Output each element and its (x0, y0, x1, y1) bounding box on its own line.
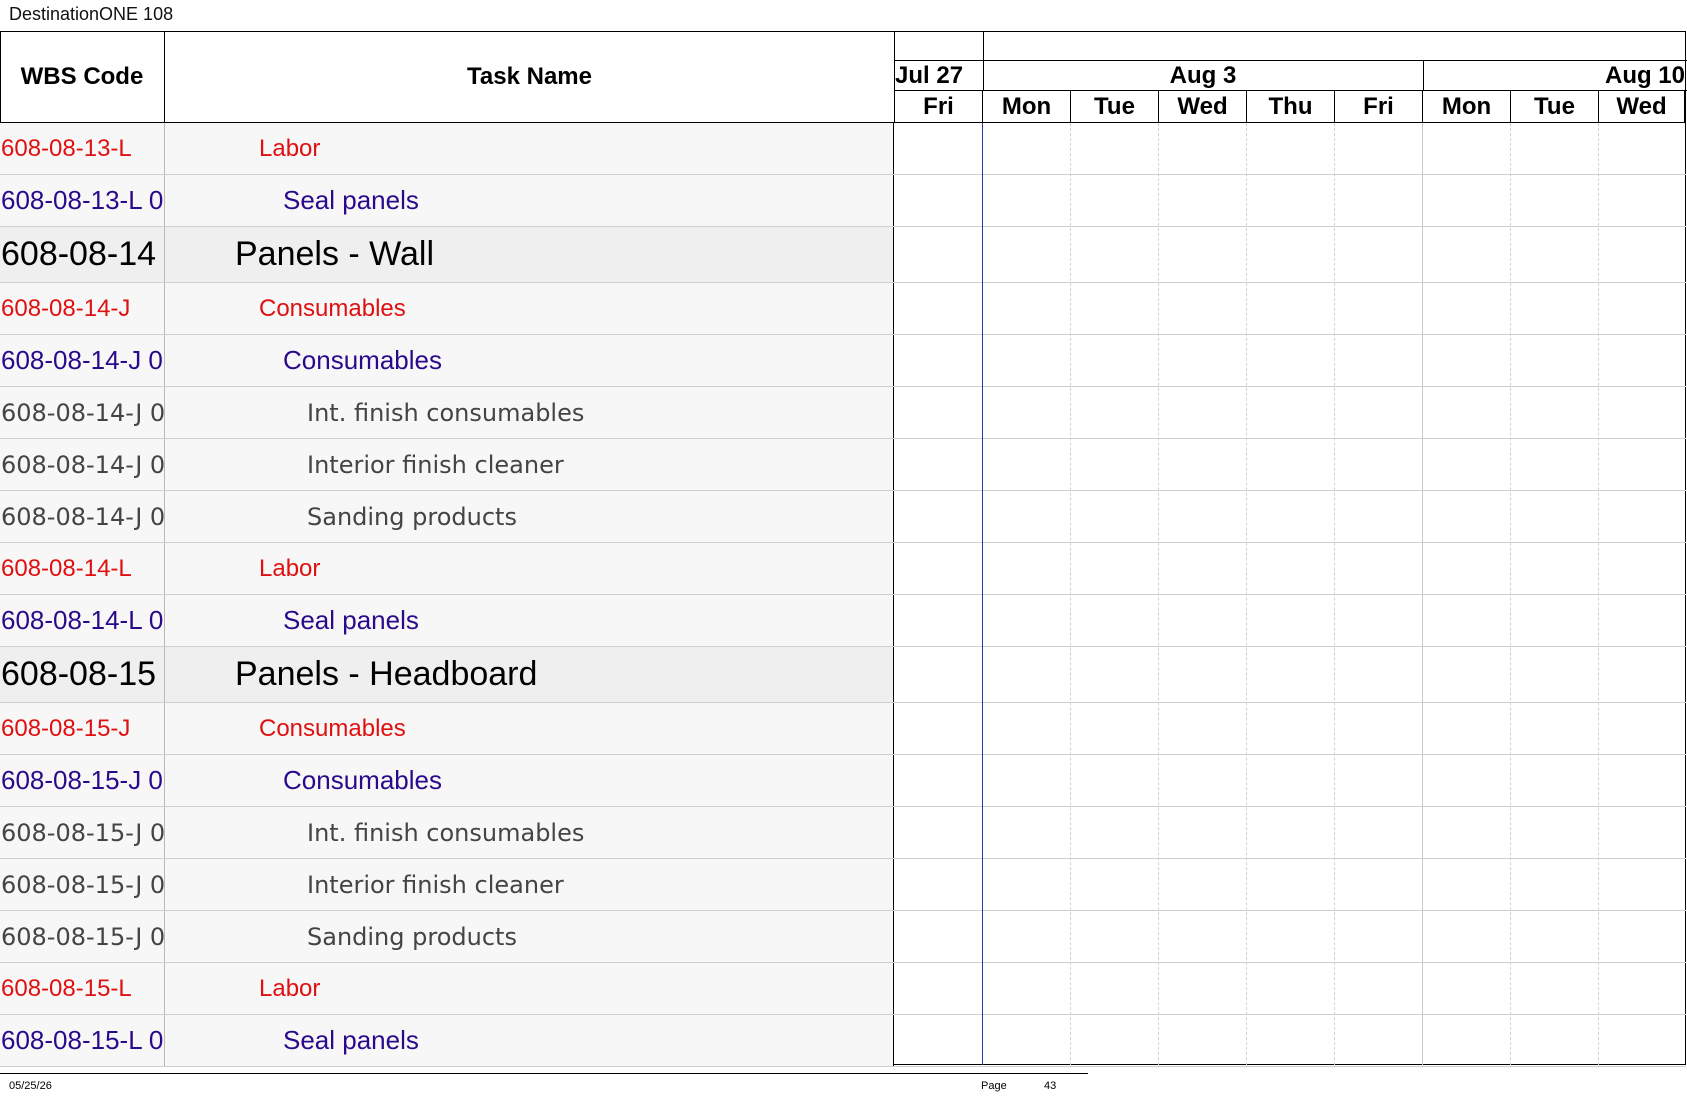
wbs-code-cell[interactable]: 608-08-14 (0, 227, 165, 282)
table-row[interactable]: 608-08-14-J Consumables (0, 283, 1686, 335)
wbs-code-cell[interactable]: 608-08-15-J 0 (0, 755, 165, 806)
day-label-thu: Thu (1247, 91, 1335, 122)
footer-page-label: Page (981, 1080, 1007, 1092)
day-label-wed: Wed (1159, 91, 1247, 122)
day-label-fri: Fri (895, 91, 983, 122)
table-row[interactable]: 608-08-15-J 01 Interior finish cleaner (0, 859, 1686, 911)
footer-page-number: 43 (1044, 1080, 1057, 1092)
wbs-code-cell[interactable]: 608-08-14-J 01 (0, 439, 165, 490)
table-row[interactable]: 608-08-15-J 0 Consumables (0, 755, 1686, 807)
task-name-cell[interactable]: Consumables (165, 755, 894, 806)
task-name-cell[interactable]: Seal panels (165, 175, 894, 226)
task-name-cell[interactable]: Int. finish consumables (165, 387, 894, 438)
table-row[interactable]: 608-08-14 Panels - Wall (0, 227, 1686, 283)
timeline-header: Jul 27 Aug 3 Aug 10 Fri Mon Tue Wed Thu … (894, 31, 1687, 123)
wbs-code-cell[interactable]: 608-08-14-J (0, 283, 165, 334)
task-name-cell[interactable]: Panels - Headboard (165, 647, 894, 702)
task-name-cell[interactable]: Sanding products (165, 911, 894, 962)
table-row[interactable]: 608-08-15-J 01 Sanding products (0, 911, 1686, 963)
day-label-mon: Mon (983, 91, 1071, 122)
current-date-line (982, 123, 983, 1065)
table-row[interactable]: 608-08-14-J 01 Interior finish cleaner (0, 439, 1686, 491)
task-name-cell[interactable]: Labor (165, 963, 894, 1014)
table-row[interactable]: 608-08-14-L Labor (0, 543, 1686, 595)
table-row[interactable]: 608-08-14-L 0 Seal panels (0, 595, 1686, 647)
table-row[interactable]: 608-08-15-L Labor (0, 963, 1686, 1015)
document-title: DestinationONE 108 (9, 4, 174, 24)
wbs-code-cell[interactable]: 608-08-15-L (0, 963, 165, 1014)
day-label-tue: Tue (1511, 91, 1599, 122)
table-row[interactable]: 608-08-13-L Labor (0, 123, 1686, 175)
timeline-week-divider (983, 31, 984, 60)
task-name-cell[interactable]: Consumables (165, 703, 894, 754)
week-label-jul-27: Jul 27 (895, 62, 964, 89)
column-header-wbs[interactable]: WBS Code (0, 31, 165, 123)
wbs-code-cell[interactable]: 608-08-15-J (0, 703, 165, 754)
day-label-tue: Tue (1071, 91, 1159, 122)
wbs-code-cell[interactable]: 608-08-14-J 01 (0, 387, 165, 438)
task-name-cell[interactable]: Labor (165, 123, 894, 174)
wbs-code-cell[interactable]: 608-08-13-L 0 (0, 175, 165, 226)
wbs-code-cell[interactable]: 608-08-15 (0, 647, 165, 702)
task-name-cell[interactable]: Consumables (165, 335, 894, 386)
table-row[interactable]: 608-08-15-J 01 Int. finish consumables (0, 807, 1686, 859)
wbs-code-cell[interactable]: 608-08-15-L 0 (0, 1015, 165, 1066)
day-label-mon: Mon (1423, 91, 1511, 122)
week-label-aug-10: Aug 10 (1604, 62, 1685, 89)
task-name-cell[interactable]: Sanding products (165, 491, 894, 542)
task-name-cell[interactable]: Seal panels (165, 595, 894, 646)
task-name-cell[interactable]: Labor (165, 543, 894, 594)
wbs-code-cell[interactable]: 608-08-15-J 01 (0, 859, 165, 910)
column-header-task-name[interactable]: Task Name (165, 31, 894, 123)
table-row[interactable]: 608-08-14-J 0 Consumables (0, 335, 1686, 387)
task-name-cell[interactable]: Interior finish cleaner (165, 859, 894, 910)
wbs-code-cell[interactable]: 608-08-15-J 01 (0, 807, 165, 858)
task-name-cell[interactable]: Consumables (165, 283, 894, 334)
table-row[interactable]: 608-08-14-J 01 Sanding products (0, 491, 1686, 543)
week-label-aug-3: Aug 3 (1169, 62, 1237, 89)
wbs-code-cell[interactable]: 608-08-14-L 0 (0, 595, 165, 646)
task-name-cell[interactable]: Int. finish consumables (165, 807, 894, 858)
task-name-cell[interactable]: Interior finish cleaner (165, 439, 894, 490)
wbs-code-cell[interactable]: 608-08-14-J 01 (0, 491, 165, 542)
wbs-code-cell[interactable]: 608-08-14-J 0 (0, 335, 165, 386)
wbs-code-cell[interactable]: 608-08-15-J 01 (0, 911, 165, 962)
footer-date: 05/25/26 (9, 1080, 52, 1092)
table-row[interactable]: 608-08-15-L 0 Seal panels (0, 1015, 1686, 1067)
table-row[interactable]: 608-08-15 Panels - Headboard (0, 647, 1686, 703)
wbs-code-cell[interactable]: 608-08-13-L (0, 123, 165, 174)
task-name-cell[interactable]: Seal panels (165, 1015, 894, 1066)
task-name-cell[interactable]: Panels - Wall (165, 227, 894, 282)
table-row[interactable]: 608-08-15-J Consumables (0, 703, 1686, 755)
wbs-code-cell[interactable]: 608-08-14-L (0, 543, 165, 594)
table-row[interactable]: 608-08-13-L 0 Seal panels (0, 175, 1686, 227)
table-row[interactable]: 608-08-14-J 01 Int. finish consumables (0, 387, 1686, 439)
day-label-wed: Wed (1599, 91, 1685, 122)
footer-divider (0, 1073, 1088, 1074)
day-label-fri: Fri (1335, 91, 1423, 122)
